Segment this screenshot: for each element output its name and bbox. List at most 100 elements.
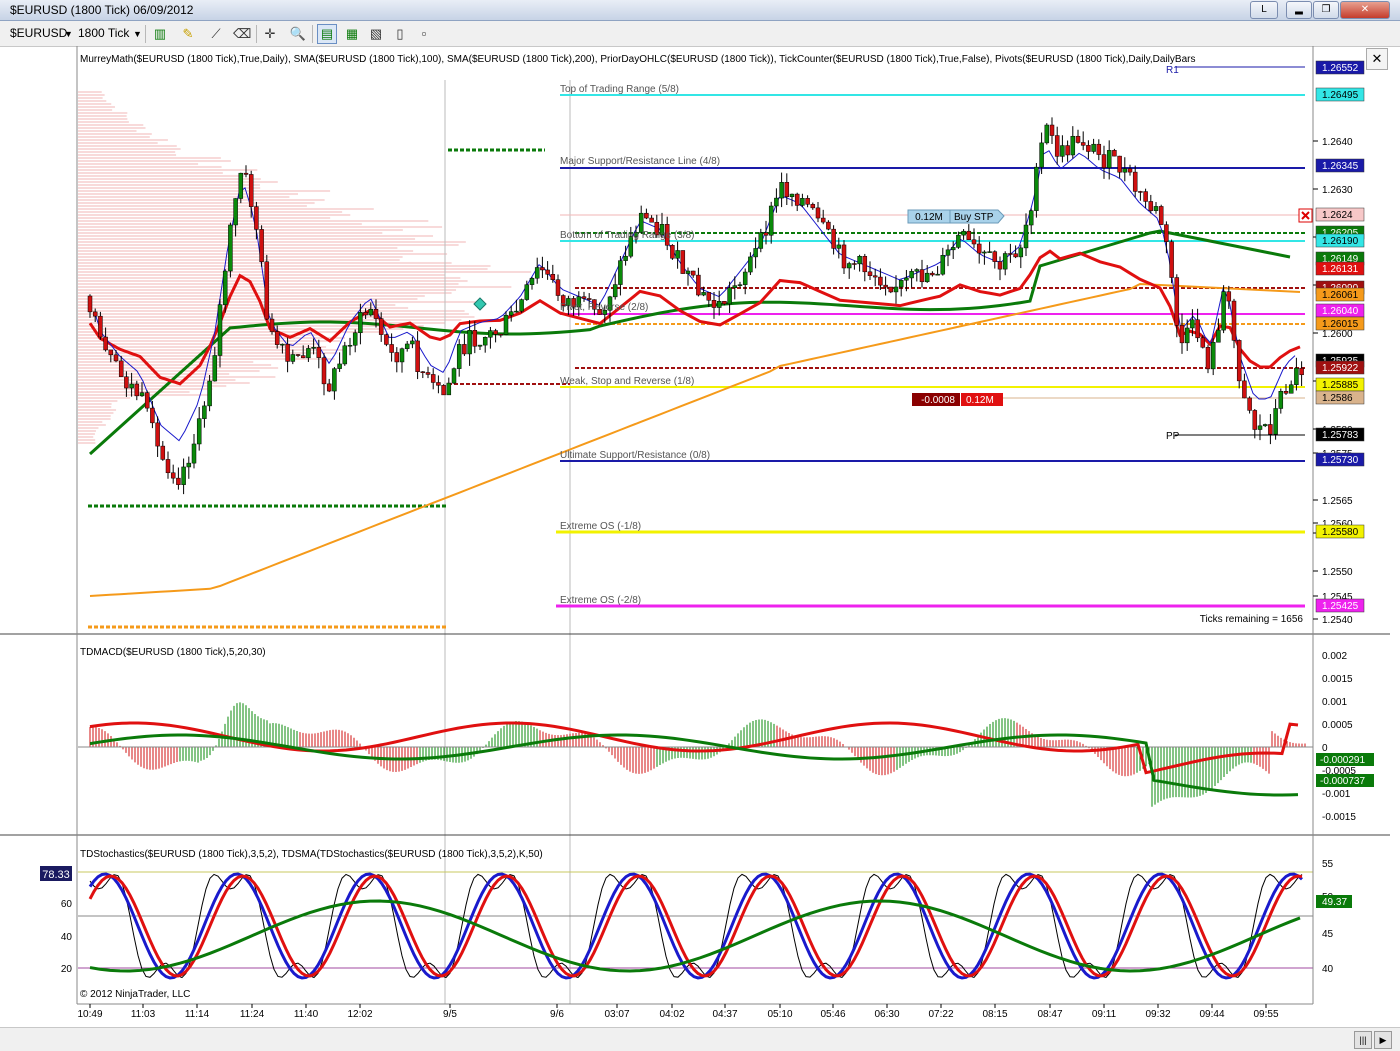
strategies-icon[interactable]: ▧ <box>366 24 386 44</box>
indicators-icon[interactable]: ▦ <box>342 24 362 44</box>
time-tick-label: 9/5 <box>443 1009 457 1020</box>
instrument-dropdown-icon[interactable]: ▼ <box>64 29 73 39</box>
candle-body <box>1039 142 1044 168</box>
candle-body <box>300 355 306 359</box>
candle-body <box>966 230 972 241</box>
scroll-right-arrow-icon[interactable]: ▶ <box>1374 1031 1392 1049</box>
draw-line-icon[interactable]: ⟋ <box>206 24 226 44</box>
candle-body <box>467 330 472 355</box>
candle-body <box>1013 253 1018 258</box>
candle-body <box>1127 168 1133 173</box>
chart-grid <box>444 80 571 1004</box>
time-tick-label: 09:32 <box>1145 1009 1170 1020</box>
candle-body <box>113 354 119 362</box>
chart-toolbar: $EURUSD ▼ 1800 Tick ▼ ▥ ✎ ⟋ ⌫ ✛ 🔍 ▤ ▦ ▧ … <box>0 21 1400 47</box>
candle-body <box>420 371 426 373</box>
time-tick-label: 09:11 <box>1092 1009 1117 1020</box>
chart-area[interactable]: MurreyMath($EURUSD (1800 Tick),True,Dail… <box>0 46 1400 1027</box>
candle-body <box>867 271 873 276</box>
candle-body <box>1023 224 1029 249</box>
candle-body <box>311 347 316 349</box>
candle-body <box>774 197 779 207</box>
candle-body <box>1018 247 1024 258</box>
crosshair-icon[interactable]: ✛ <box>260 24 280 44</box>
macd-tick-label: 0.0015 <box>1322 674 1353 685</box>
candle-body <box>347 344 353 347</box>
candle-body <box>274 331 280 345</box>
candle-body <box>706 292 712 301</box>
macd-tick-label: -0.0015 <box>1322 812 1356 823</box>
price-tick-label: 1.2640 <box>1322 137 1353 148</box>
interval-dropdown-icon[interactable]: ▼ <box>133 29 142 39</box>
candle-body <box>290 354 296 362</box>
candle-body <box>1205 347 1211 370</box>
candle-body <box>456 344 462 369</box>
macd-signal-line <box>89 721 1299 775</box>
order-cancel-icon[interactable] <box>1298 208 1313 223</box>
close-button[interactable]: ✕ <box>1340 1 1390 19</box>
candle-body <box>930 272 935 276</box>
buy-stop-order-tag[interactable]: 0.12M Buy STP <box>907 209 1005 224</box>
price-tick-label: 1.2630 <box>1322 185 1353 196</box>
candle-body <box>202 405 207 419</box>
candle-body <box>87 295 93 313</box>
window-link-button[interactable]: L <box>1250 1 1278 19</box>
candle-body <box>1008 253 1013 255</box>
chart-trader-icon[interactable]: ▤ <box>317 24 337 44</box>
properties-icon[interactable]: ▯ <box>390 24 410 44</box>
drawing-pencil-icon[interactable]: ✎ <box>178 24 198 44</box>
candle-body <box>1184 327 1190 344</box>
candle-body <box>316 347 322 358</box>
stoch-left-tick-label: 60 <box>61 899 73 910</box>
price-tick-label: 1.2540 <box>1322 615 1353 626</box>
zoom-icon[interactable]: 🔍 <box>288 24 308 44</box>
time-tick-label: 09:55 <box>1253 1009 1278 1020</box>
candle-body <box>155 422 160 447</box>
minimize-button[interactable]: ▂ <box>1286 1 1312 19</box>
candle-body <box>248 174 254 207</box>
candle-body <box>129 383 134 389</box>
candle-body <box>950 247 956 251</box>
candle-body <box>581 296 587 299</box>
time-tick-label: 9/6 <box>550 1009 564 1020</box>
candle-body <box>254 206 259 230</box>
instrument-selector[interactable]: $EURUSD <box>10 26 67 40</box>
candle-body <box>1242 380 1247 399</box>
candle-body <box>763 232 769 236</box>
candle-body <box>826 221 831 230</box>
candle-body <box>540 267 545 271</box>
scroll-thumb[interactable]: ||| <box>1354 1031 1372 1049</box>
chart-labels: MurreyMath($EURUSD (1800 Tick),True,Dail… <box>80 54 1303 1000</box>
bar-type-icon[interactable]: ▥ <box>150 24 170 44</box>
candle-body <box>836 244 842 249</box>
position-tag[interactable]: -0.0008 0.12M <box>912 393 1003 406</box>
candle-body <box>722 301 727 305</box>
candle-body <box>862 256 868 273</box>
price-axes: 1.26401.26301.26201.26101.26001.25901.25… <box>61 60 1374 975</box>
interval-selector[interactable]: 1800 Tick <box>78 26 129 40</box>
candle-body <box>550 274 556 280</box>
candle-body <box>441 385 446 396</box>
macd-marker-label: -0.000291 <box>1320 755 1365 766</box>
candle-body <box>1117 155 1122 173</box>
candle-body <box>701 292 706 296</box>
candle-body <box>103 336 108 351</box>
eraser-icon[interactable]: ⌫ <box>232 24 252 44</box>
chart-trader-close-icon[interactable]: ✕ <box>1366 48 1388 70</box>
candle-body <box>415 340 420 372</box>
maximize-button[interactable]: ❐ <box>1313 1 1339 19</box>
macd-tick-label: 0.001 <box>1322 697 1347 708</box>
candle-body <box>1086 145 1091 152</box>
candle-body <box>1294 367 1299 385</box>
candle-body <box>118 360 124 377</box>
stoch-label: TDStochastics($EURUSD (1800 Tick),3,5,2)… <box>80 849 543 860</box>
horizontal-scrollbar[interactable]: ||| ▶ <box>0 1027 1400 1051</box>
candle-body <box>451 368 457 384</box>
candle-body <box>295 354 301 356</box>
price-marker-label: 1.25425 <box>1322 601 1359 612</box>
candle-body <box>217 304 223 356</box>
murrey-label-3-8: Bottom of Trading Range (3/8) <box>560 230 695 241</box>
toolbar-separator <box>145 25 146 43</box>
candle-body <box>378 318 384 335</box>
data-box-icon[interactable]: ▫ <box>414 24 434 44</box>
